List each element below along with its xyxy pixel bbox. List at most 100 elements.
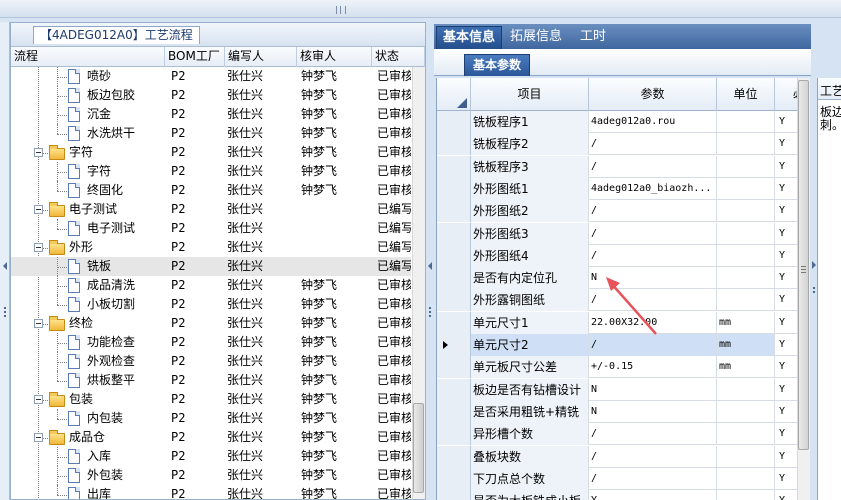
- param-row[interactable]: 单元板尺寸公差 +/-0.15 mm Y: [437, 356, 800, 378]
- tree-group-row[interactable]: 电子测试 P2 张仕兴 已编写: [11, 200, 411, 219]
- collapse-toggle-icon[interactable]: [34, 148, 43, 157]
- row-indicator[interactable]: [437, 245, 471, 267]
- tree-step-row[interactable]: 小板切割 P2 张仕兴 钟梦飞 已审核: [11, 295, 411, 314]
- param-value-cell[interactable]: /: [589, 245, 717, 267]
- tab-extended-info[interactable]: 拓展信息: [504, 26, 568, 49]
- left-collapse-strip[interactable]: [0, 22, 10, 500]
- param-unit-cell[interactable]: [717, 178, 775, 200]
- param-row[interactable]: 铣板程序2/Y: [437, 133, 800, 155]
- tree-step-row[interactable]: 成品清洗 P2 张仕兴 钟梦飞 已审核: [11, 276, 411, 295]
- param-row[interactable]: 外形图纸4/Y: [437, 245, 800, 267]
- param-value-cell[interactable]: +/-0.15: [589, 356, 717, 378]
- collapse-toggle-icon[interactable]: [34, 205, 43, 214]
- row-indicator[interactable]: [437, 423, 471, 445]
- row-indicator[interactable]: [437, 267, 471, 289]
- param-unit-cell[interactable]: [717, 223, 775, 245]
- tree-step-row[interactable]: 电子测试 P2 张仕兴 已编写: [11, 219, 411, 238]
- param-unit-cell[interactable]: mm: [717, 356, 775, 378]
- param-value-cell[interactable]: Y: [589, 490, 717, 500]
- collapse-toggle-icon[interactable]: [34, 433, 43, 442]
- row-indicator[interactable]: [437, 178, 471, 200]
- tree-step-row[interactable]: 终固化 P2 张仕兴 钟梦飞 已审核: [11, 181, 411, 200]
- tab-basic-params[interactable]: 基本参数: [464, 54, 531, 76]
- param-row[interactable]: 是否为大板铣成小板YY: [437, 490, 800, 500]
- param-unit-cell[interactable]: [717, 133, 775, 155]
- param-unit-cell[interactable]: [717, 111, 775, 133]
- row-indicator[interactable]: [437, 289, 471, 311]
- param-value-cell[interactable]: N: [589, 379, 717, 401]
- param-unit-cell[interactable]: [717, 401, 775, 423]
- panel-splitter[interactable]: [426, 22, 434, 500]
- row-indicator[interactable]: [437, 446, 471, 468]
- tree-step-row[interactable]: 内包装 P2 张仕兴 钟梦飞 已审核: [11, 409, 411, 428]
- tree-step-row[interactable]: 水洗烘干 P2 张仕兴 钟梦飞 已审核: [11, 124, 411, 143]
- param-unit-cell[interactable]: [717, 468, 775, 490]
- grid-scroll-thumb[interactable]: [798, 80, 809, 450]
- param-value-cell[interactable]: /: [589, 423, 717, 445]
- splitter-grip-icon[interactable]: [336, 6, 346, 14]
- tree-group-row[interactable]: 成品仓 P2 张仕兴 钟梦飞 已审核: [11, 428, 411, 447]
- param-row[interactable]: 叠板块数 / Y: [437, 446, 800, 468]
- tree-scroll-thumb[interactable]: [413, 403, 424, 493]
- param-unit-cell[interactable]: [717, 267, 775, 289]
- row-indicator[interactable]: [437, 133, 471, 155]
- param-unit-cell[interactable]: mm: [717, 334, 775, 356]
- param-unit-cell[interactable]: [717, 156, 775, 178]
- row-indicator[interactable]: [437, 223, 471, 245]
- select-all-corner[interactable]: [437, 78, 471, 111]
- tree-step-row[interactable]: 沉金 P2 张仕兴 钟梦飞 已审核: [11, 105, 411, 124]
- param-row[interactable]: 异形槽个数 / Y: [437, 423, 800, 445]
- param-value-cell[interactable]: 4adeg012a0_biaozh...: [589, 178, 717, 200]
- collapse-left-icon[interactable]: [3, 262, 7, 270]
- param-value-cell[interactable]: /: [589, 468, 717, 490]
- param-row[interactable]: 外形图纸1 4adeg012a0_biaozh... Y: [437, 178, 800, 200]
- col-header-flow[interactable]: 流程: [11, 47, 165, 67]
- row-indicator[interactable]: [437, 468, 471, 490]
- tree-step-row[interactable]: 出库 P2 张仕兴 钟梦飞 已审核: [11, 485, 411, 499]
- param-unit-cell[interactable]: [717, 289, 775, 311]
- param-row[interactable]: 是否采用粗铣+精铣 N Y: [437, 401, 800, 423]
- param-value-cell[interactable]: /: [589, 156, 717, 178]
- param-unit-cell[interactable]: [717, 245, 775, 267]
- tree-group-row[interactable]: 外形 P2 张仕兴 已编写: [11, 238, 411, 257]
- row-indicator[interactable]: [437, 156, 471, 178]
- param-value-cell[interactable]: /: [589, 200, 717, 222]
- param-row[interactable]: 铣板程序3/Y: [437, 156, 800, 178]
- param-value-cell[interactable]: /: [589, 223, 717, 245]
- col-header-item[interactable]: 项目: [471, 78, 589, 111]
- param-row[interactable]: 外形图纸3/Y: [437, 223, 800, 245]
- param-unit-cell[interactable]: [717, 446, 775, 468]
- collapse-toggle-icon[interactable]: [34, 243, 43, 252]
- tree-group-row[interactable]: 字符 P2 张仕兴 钟梦飞 已审核: [11, 143, 411, 162]
- param-unit-cell[interactable]: [717, 423, 775, 445]
- param-unit-cell[interactable]: mm: [717, 312, 775, 334]
- col-header-unit[interactable]: 单位: [717, 78, 775, 111]
- tree-step-row[interactable]: 入库 P2 张仕兴 钟梦飞 已审核: [11, 447, 411, 466]
- tree-step-row[interactable]: 功能检查 P2 张仕兴 钟梦飞 已审核: [11, 333, 411, 352]
- col-header-writer[interactable]: 编写人: [225, 47, 297, 67]
- param-value-cell[interactable]: 4adeg012a0.rou: [589, 111, 717, 133]
- expand-right-icon[interactable]: [812, 261, 816, 269]
- tab-basic-info[interactable]: 基本信息: [436, 26, 503, 49]
- tree-step-row[interactable]: 铣板 P2 张仕兴 已编写: [11, 257, 411, 276]
- param-value-cell[interactable]: N: [589, 401, 717, 423]
- row-indicator[interactable]: [437, 490, 471, 500]
- tree-group-row[interactable]: 包装 P2 张仕兴 钟梦飞 已审核: [11, 390, 411, 409]
- row-indicator[interactable]: [437, 111, 471, 133]
- param-row[interactable]: 板边是否有钻槽设计 N Y: [437, 379, 800, 401]
- param-unit-cell[interactable]: [717, 200, 775, 222]
- tree-step-row[interactable]: 板边包胶 P2 张仕兴 钟梦飞 已审核: [11, 86, 411, 105]
- tab-work-hours[interactable]: 工时: [574, 26, 612, 49]
- tree-group-row[interactable]: 终检 P2 张仕兴 钟梦飞 已审核: [11, 314, 411, 333]
- param-unit-cell[interactable]: [717, 379, 775, 401]
- col-header-status[interactable]: 状态: [372, 47, 425, 67]
- tree-step-row[interactable]: 外观检查 P2 张仕兴 钟梦飞 已审核: [11, 352, 411, 371]
- row-indicator[interactable]: [437, 356, 471, 378]
- tree-step-row[interactable]: 喷砂 P2 张仕兴 钟梦飞 已审核: [11, 67, 411, 86]
- tree-step-row[interactable]: 字符 P2 张仕兴 钟梦飞 已审核: [11, 162, 411, 181]
- row-indicator[interactable]: [437, 312, 471, 334]
- param-unit-cell[interactable]: [717, 490, 775, 500]
- tree-step-row[interactable]: 烘板整平 P2 张仕兴 钟梦飞 已审核: [11, 371, 411, 390]
- collapse-left-icon[interactable]: [428, 262, 432, 270]
- collapse-toggle-icon[interactable]: [34, 319, 43, 328]
